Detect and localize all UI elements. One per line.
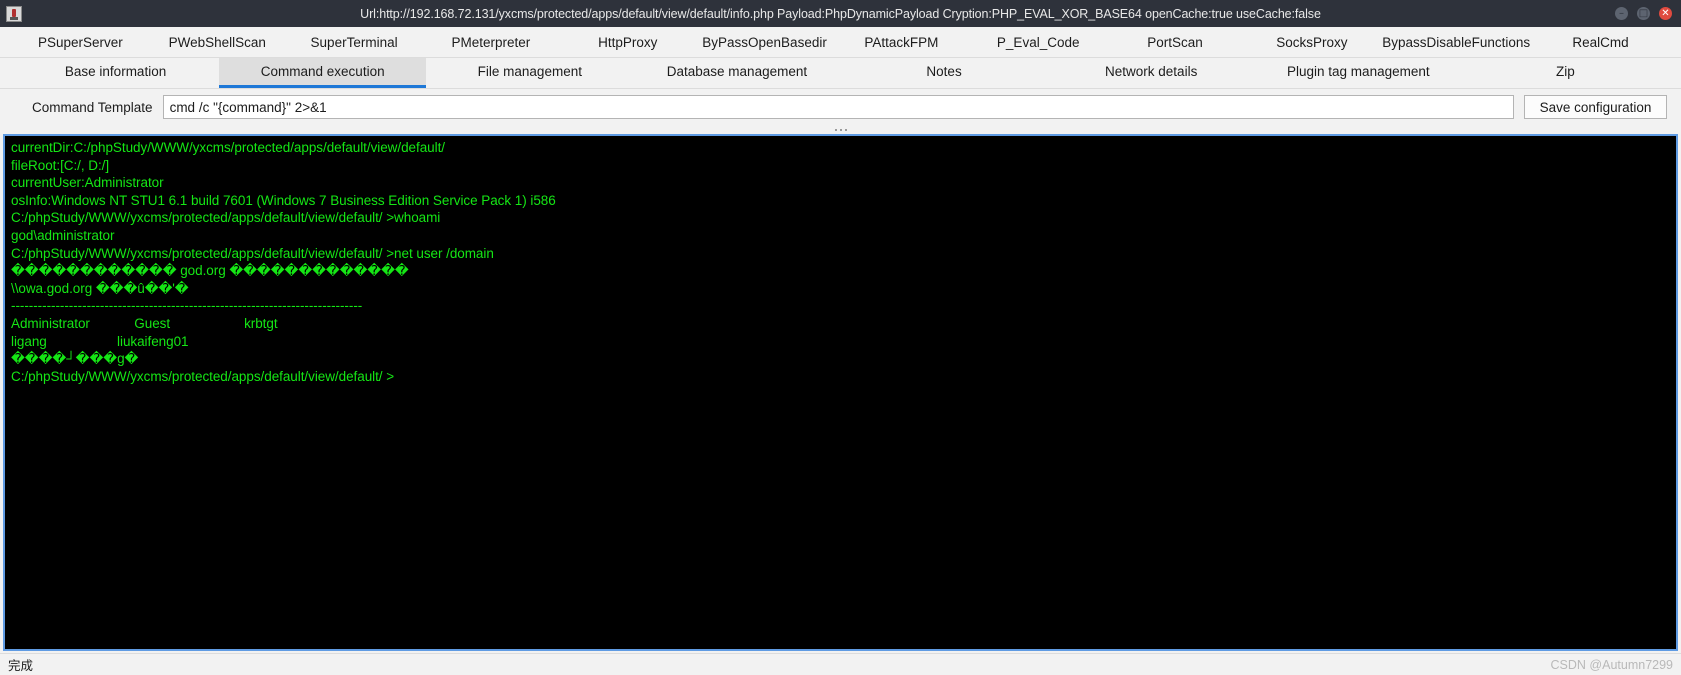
close-icon: ✕ — [1661, 7, 1670, 19]
menu-item-pmeterpreter[interactable]: PMeterpreter — [422, 32, 559, 53]
menu-item-bypassopenbasedir[interactable]: ByPassOpenBasedir — [696, 32, 833, 53]
tab-file-management[interactable]: File management — [426, 58, 633, 88]
terminal-line: fileRoot:[C:/, D:/] — [11, 157, 110, 173]
watermark-text: CSDN @Autumn7299 — [1550, 657, 1673, 672]
maximize-button[interactable]: □ — [1637, 7, 1650, 20]
menu-item-portscan[interactable]: PortScan — [1107, 32, 1244, 53]
maximize-icon: □ — [1638, 7, 1649, 19]
terminal-line: currentDir:C:/phpStudy/WWW/yxcms/protect… — [11, 140, 445, 155]
command-output-console[interactable]: currentDir:C:/phpStudy/WWW/yxcms/protect… — [3, 134, 1678, 651]
save-configuration-button[interactable]: Save configuration — [1524, 95, 1667, 119]
splitter-grip-icon — [834, 128, 847, 131]
terminal-line: osInfo:Windows NT STU1 6.1 build 7601 (W… — [11, 192, 556, 208]
tab-bar: Base information Command execution File … — [0, 58, 1681, 89]
terminal-line: \\owa.god.org ���û��'� — [11, 280, 189, 296]
terminal-line: ligang liukaifeng01 — [11, 333, 189, 349]
menu-item-bypassdisablefunctions[interactable]: BypassDisableFunctions — [1380, 32, 1532, 53]
tab-base-information[interactable]: Base information — [12, 58, 219, 88]
application-window: Url:http://192.168.72.131/yxcms/protecte… — [0, 0, 1681, 675]
menu-item-pwebshellscan[interactable]: PWebShellScan — [149, 32, 286, 53]
terminal-line: ����┘���g� — [11, 351, 139, 367]
terminal-line: currentUser:Administrator — [11, 175, 164, 191]
menu-item-pattackfpm[interactable]: PAttackFPM — [833, 32, 970, 53]
status-message: 完成 — [8, 659, 34, 673]
minimize-icon: – — [1619, 7, 1624, 19]
terminal-container: currentDir:C:/phpStudy/WWW/yxcms/protect… — [0, 134, 1681, 653]
menu-item-p-eval-code[interactable]: P_Eval_Code — [970, 32, 1107, 53]
close-button[interactable]: ✕ — [1659, 7, 1672, 20]
terminal-line: ������������ god.org ������������� — [11, 263, 409, 279]
menu-item-superterminal[interactable]: SuperTerminal — [286, 32, 423, 53]
menu-item-realcmd[interactable]: RealCmd — [1532, 32, 1669, 53]
terminal-line-separator: ----------------------------------------… — [11, 298, 363, 314]
command-template-bar: Command Template Save configuration — [0, 89, 1681, 125]
minimize-button[interactable]: – — [1615, 7, 1628, 20]
menu-item-socksproxy[interactable]: SocksProxy — [1243, 32, 1380, 53]
menu-item-psuperserver[interactable]: PSuperServer — [12, 32, 149, 53]
command-template-input[interactable] — [162, 95, 1514, 119]
menu-item-httpproxy[interactable]: HttpProxy — [559, 32, 696, 53]
window-title: Url:http://192.168.72.131/yxcms/protecte… — [360, 6, 1321, 21]
main-menu-bar: PSuperServer PWebShellScan SuperTerminal… — [0, 27, 1681, 58]
command-template-label: Command Template — [32, 99, 153, 115]
tab-notes[interactable]: Notes — [841, 58, 1048, 88]
terminal-line: Administrator Guest krbtgt — [11, 315, 278, 331]
tab-command-execution[interactable]: Command execution — [219, 58, 427, 88]
terminal-line-prompt: C:/phpStudy/WWW/yxcms/protected/apps/def… — [11, 210, 441, 226]
tab-zip[interactable]: Zip — [1462, 58, 1669, 88]
tab-database-management[interactable]: Database management — [633, 58, 840, 88]
app-logo-icon — [6, 5, 22, 22]
window-controls: – □ ✕ — [1615, 7, 1681, 20]
terminal-line-prompt: C:/phpStudy/WWW/yxcms/protected/apps/def… — [11, 368, 395, 384]
tab-network-details[interactable]: Network details — [1048, 58, 1255, 88]
terminal-line: god\administrator — [11, 227, 115, 243]
tab-plugin-tag-management[interactable]: Plugin tag management — [1255, 58, 1462, 88]
status-bar: 完成 CSDN @Autumn7299 — [0, 653, 1681, 675]
terminal-line-prompt: C:/phpStudy/WWW/yxcms/protected/apps/def… — [11, 245, 494, 261]
title-bar: Url:http://192.168.72.131/yxcms/protecte… — [0, 0, 1681, 27]
panel-splitter[interactable] — [0, 125, 1681, 134]
